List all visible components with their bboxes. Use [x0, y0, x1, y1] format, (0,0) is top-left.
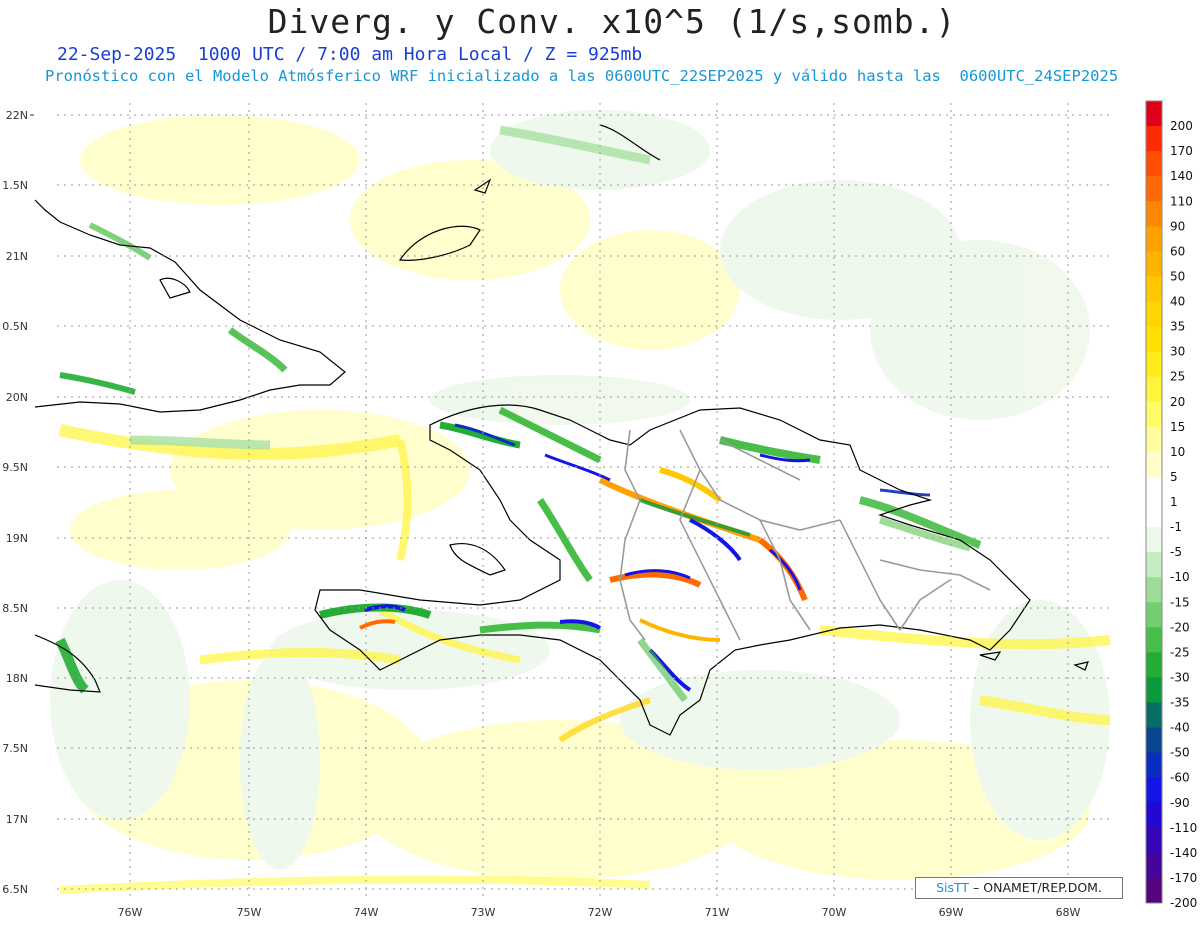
colorbar-swatch [1146, 251, 1162, 277]
sistt-logo: SisTT [936, 880, 970, 895]
colorbar-swatch [1146, 827, 1162, 854]
colorbar-swatch [1146, 201, 1162, 227]
colorbar-label: -40 [1170, 721, 1190, 735]
colorbar-label: -10 [1170, 570, 1190, 584]
colorbar-label: 10 [1170, 445, 1185, 459]
lat-label: 8.5N [2, 602, 28, 615]
colorbar-swatch [1146, 702, 1162, 729]
colorbar-swatch [1146, 802, 1162, 829]
colorbar-label: 15 [1170, 420, 1185, 434]
colorbar-swatch [1146, 176, 1162, 202]
colorbar-swatch [1146, 677, 1162, 703]
colorbar-swatch [1146, 326, 1162, 353]
lat-label: 9.5N [2, 461, 28, 474]
colorbar-label: 1 [1170, 495, 1178, 509]
latitude-axis: 22N 1.5N 21N 0.5N 20N 9.5N 19N 8.5N 18N … [2, 109, 34, 896]
colorbar-swatch [1146, 126, 1162, 152]
lat-label: 22N [6, 109, 28, 122]
colorbar-swatch [1146, 727, 1162, 754]
lon-label: 76W [118, 906, 143, 919]
credit-box: SisTT – ONAMET/REP.DOM. [915, 877, 1123, 899]
colorbar-label: 40 [1170, 295, 1185, 309]
colorbar-label: 35 [1170, 320, 1185, 334]
colorbar-swatch [1146, 877, 1162, 904]
lon-label: 69W [939, 906, 964, 919]
colorbar-swatch [1146, 852, 1162, 879]
colorbar-label: -35 [1170, 696, 1190, 710]
colorbar-swatch [1146, 502, 1162, 528]
colorbar-label: -30 [1170, 670, 1190, 684]
lon-label: 70W [822, 906, 847, 919]
lat-label: 20N [6, 391, 28, 404]
colorbar-label: -50 [1170, 746, 1190, 760]
colorbar-label: 60 [1170, 244, 1185, 258]
colorbar-label: -200 [1170, 896, 1197, 910]
colorbar-swatch [1146, 602, 1162, 628]
colorbar-label: -15 [1170, 595, 1190, 609]
lat-label: 17N [6, 813, 28, 826]
colorbar-swatch [1146, 752, 1162, 779]
lat-label: 6.5N [2, 883, 28, 896]
colorbar-swatch [1146, 101, 1162, 127]
colorbar-label: -170 [1170, 871, 1197, 885]
lon-label: 72W [588, 906, 613, 919]
lon-label: 73W [471, 906, 496, 919]
lat-label: 21N [6, 250, 28, 263]
credit-org: – ONAMET/REP.DOM. [973, 880, 1102, 895]
colorbar-swatch [1146, 451, 1162, 478]
longitude-axis: 76W 75W 74W 73W 72W 71W 70W 69W 68W [118, 906, 1081, 919]
colorbar-label: -140 [1170, 846, 1197, 860]
lon-label: 75W [237, 906, 262, 919]
colorbar-label: -90 [1170, 796, 1190, 810]
colorbar: 200 170 140 110 90 60 50 40 35 30 25 20 15 10 5 1 -1 -5 -1… [1145, 100, 1197, 910]
colorbar-swatch [1146, 276, 1162, 302]
colorbar-label: 25 [1170, 370, 1185, 384]
lon-label: 71W [705, 906, 730, 919]
colorbar-label: 90 [1170, 219, 1185, 233]
lat-label: 7.5N [2, 742, 28, 755]
lat-label: 19N [6, 532, 28, 545]
colorbar-swatch [1146, 627, 1162, 653]
colorbar-label: 170 [1170, 144, 1193, 158]
colorbar-swatch [1146, 652, 1162, 678]
colorbar-label: -20 [1170, 620, 1190, 634]
colorbar-swatch [1146, 301, 1162, 328]
colorbar-swatch [1146, 527, 1162, 553]
colorbar-label: 50 [1170, 269, 1185, 283]
colorbar-swatch [1146, 226, 1162, 252]
colorbar-label: -60 [1170, 771, 1190, 785]
lon-label: 68W [1056, 906, 1081, 919]
colorbar-label: 200 [1170, 119, 1193, 133]
lat-label: 18N [6, 672, 28, 685]
colorbar-label: 110 [1170, 194, 1193, 208]
colorbar-label: 140 [1170, 169, 1193, 183]
colorbar-label: 20 [1170, 395, 1185, 409]
colorbar-swatch [1146, 376, 1162, 403]
colorbar-label: 5 [1170, 470, 1178, 484]
colorbar-swatch [1146, 426, 1162, 453]
colorbar-swatch [1146, 552, 1162, 578]
colorbar-swatch [1146, 777, 1162, 804]
divergence-map: 22N 1.5N 21N 0.5N 20N 9.5N 19N 8.5N 18N … [2, 100, 1197, 919]
colorbar-swatch [1146, 577, 1162, 603]
colorbar-swatch [1146, 401, 1162, 428]
colorbar-label: -5 [1170, 545, 1182, 559]
lat-label: 0.5N [2, 320, 28, 333]
lat-label: 1.5N [2, 179, 28, 192]
colorbar-swatch [1146, 151, 1162, 177]
colorbar-label: -1 [1170, 520, 1182, 534]
colorbar-label: -25 [1170, 645, 1190, 659]
colorbar-label: -110 [1170, 821, 1197, 835]
colorbar-swatch [1146, 476, 1162, 503]
colorbar-swatch [1146, 351, 1162, 378]
colorbar-label: 30 [1170, 345, 1185, 359]
lon-label: 74W [354, 906, 379, 919]
